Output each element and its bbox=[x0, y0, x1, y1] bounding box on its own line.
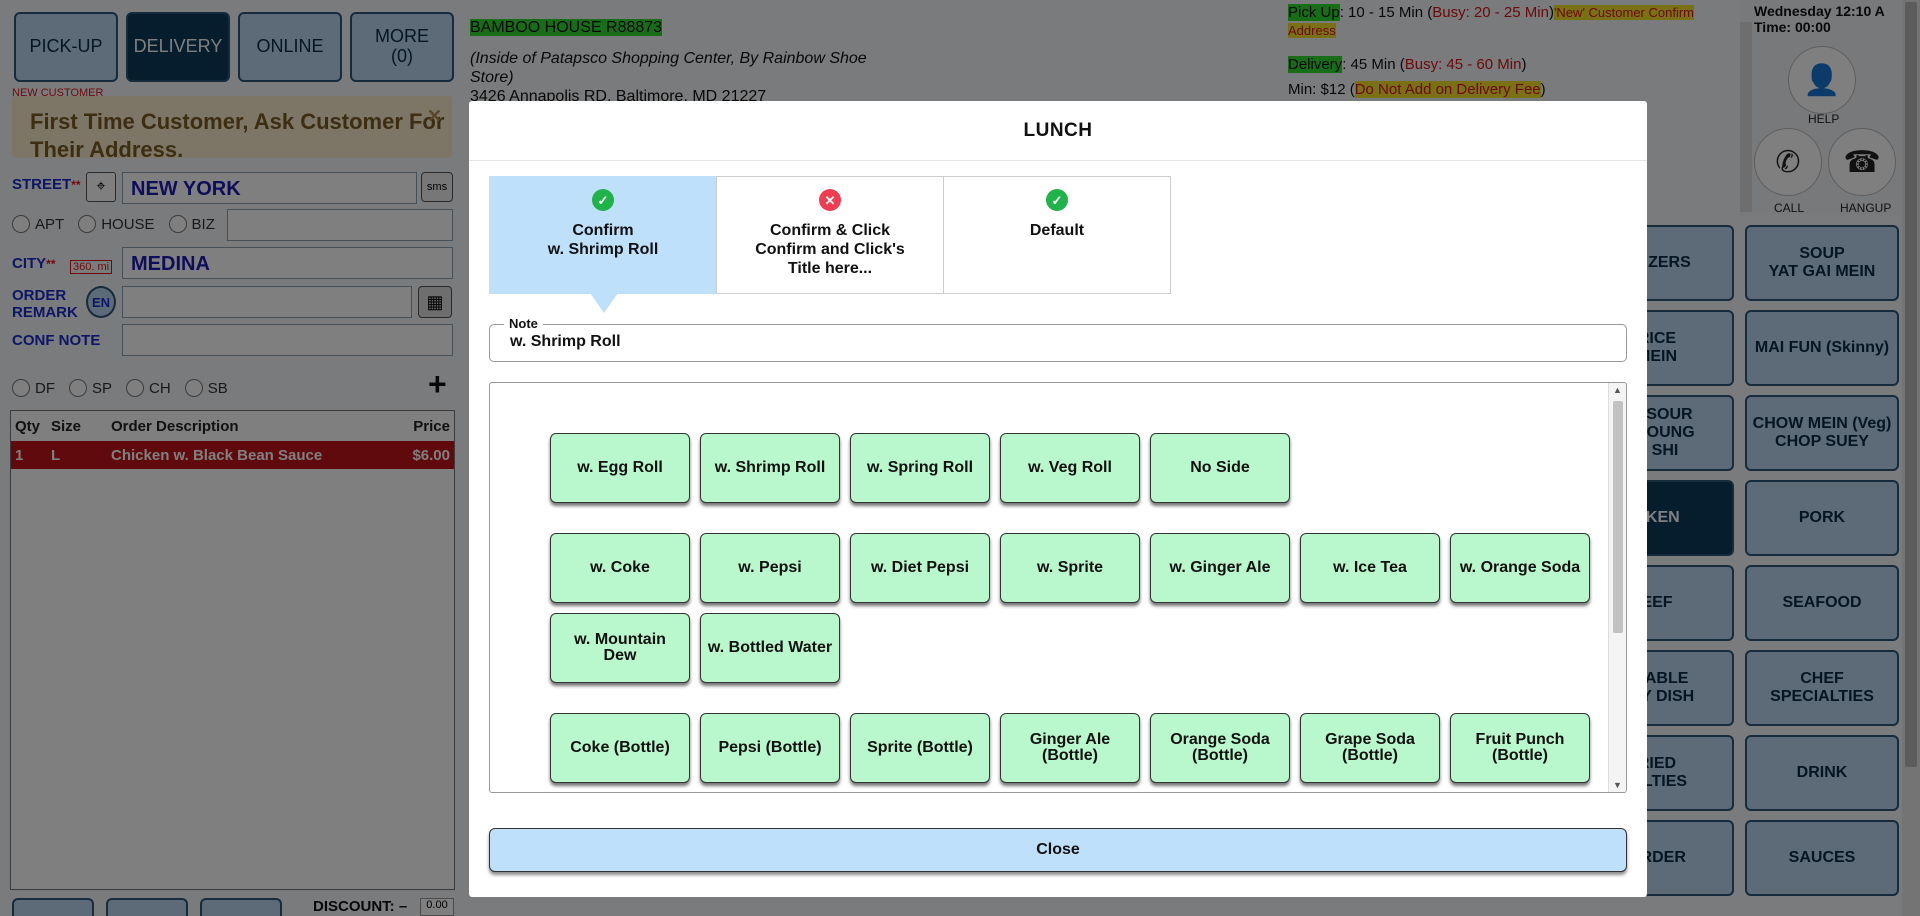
options-drinks: w. Coke w. Pepsi w. Diet Pepsi w. Sprite… bbox=[550, 533, 1620, 683]
option-fruit-punch-bottle[interactable]: Fruit Punch (Bottle) bbox=[1450, 713, 1590, 783]
option-egg-roll[interactable]: w. Egg Roll bbox=[550, 433, 690, 503]
option-veg-roll[interactable]: w. Veg Roll bbox=[1000, 433, 1140, 503]
option-pepsi-bottle[interactable]: Pepsi (Bottle) bbox=[700, 713, 840, 783]
option-mountain-dew[interactable]: w. Mountain Dew bbox=[550, 613, 690, 683]
options-scroll-thumb[interactable] bbox=[1613, 401, 1623, 633]
modal-title: LUNCH bbox=[469, 101, 1647, 161]
option-diet-pepsi[interactable]: w. Diet Pepsi bbox=[850, 533, 990, 603]
option-pepsi[interactable]: w. Pepsi bbox=[700, 533, 840, 603]
option-sprite-bottle[interactable]: Sprite (Bottle) bbox=[850, 713, 990, 783]
option-orange-soda[interactable]: w. Orange Soda bbox=[1450, 533, 1590, 603]
option-shrimp-roll[interactable]: w. Shrimp Roll bbox=[700, 433, 840, 503]
tab-label: Confirm w. Shrimp Roll bbox=[547, 222, 659, 258]
note-input[interactable] bbox=[510, 333, 1610, 351]
option-ginger-ale-bottle[interactable]: Ginger Ale (Bottle) bbox=[1000, 713, 1140, 783]
note-label: Note bbox=[504, 316, 543, 331]
note-field: Note bbox=[489, 316, 1627, 362]
tab-label: Confirm & Click Confirm and Click's Titl… bbox=[755, 222, 905, 277]
scroll-up-icon[interactable]: ▲ bbox=[1613, 385, 1622, 395]
check-icon: ✓ bbox=[592, 189, 614, 211]
options-bottles: Coke (Bottle) Pepsi (Bottle) Sprite (Bot… bbox=[550, 713, 1620, 783]
option-ginger-ale[interactable]: w. Ginger Ale bbox=[1150, 533, 1290, 603]
option-no-side[interactable]: No Side bbox=[1150, 433, 1290, 503]
tab-default[interactable]: ✓ Default bbox=[943, 176, 1171, 294]
options-panel: w. Egg Roll w. Shrimp Roll w. Spring Rol… bbox=[489, 382, 1627, 793]
option-sprite[interactable]: w. Sprite bbox=[1000, 533, 1140, 603]
scroll-down-icon[interactable]: ▼ bbox=[1613, 780, 1622, 790]
close-button[interactable]: Close bbox=[489, 828, 1627, 872]
option-grape-soda-bottle[interactable]: Grape Soda (Bottle) bbox=[1300, 713, 1440, 783]
options-rolls: w. Egg Roll w. Shrimp Roll w. Spring Rol… bbox=[550, 433, 1620, 503]
tab-confirm-shrimp-roll[interactable]: ✓ Confirm w. Shrimp Roll bbox=[489, 176, 717, 313]
tab-confirm-click[interactable]: ✕ Confirm & Click Confirm and Click's Ti… bbox=[716, 176, 944, 294]
check-icon: ✓ bbox=[1046, 189, 1068, 211]
tab-label: Default bbox=[1029, 222, 1085, 239]
option-spring-roll[interactable]: w. Spring Roll bbox=[850, 433, 990, 503]
option-coke[interactable]: w. Coke bbox=[550, 533, 690, 603]
option-orange-soda-bottle[interactable]: Orange Soda (Bottle) bbox=[1150, 713, 1290, 783]
options-scrollbar[interactable]: ▲ ▼ bbox=[1608, 383, 1626, 792]
option-coke-bottle[interactable]: Coke (Bottle) bbox=[550, 713, 690, 783]
error-icon: ✕ bbox=[819, 189, 841, 211]
lunch-modal: LUNCH ✓ Confirm w. Shrimp Roll ✕ Confirm… bbox=[469, 101, 1647, 897]
option-bottled-water[interactable]: w. Bottled Water bbox=[700, 613, 840, 683]
option-ice-tea[interactable]: w. Ice Tea bbox=[1300, 533, 1440, 603]
modal-tabs: ✓ Confirm w. Shrimp Roll ✕ Confirm & Cli… bbox=[489, 176, 1171, 313]
